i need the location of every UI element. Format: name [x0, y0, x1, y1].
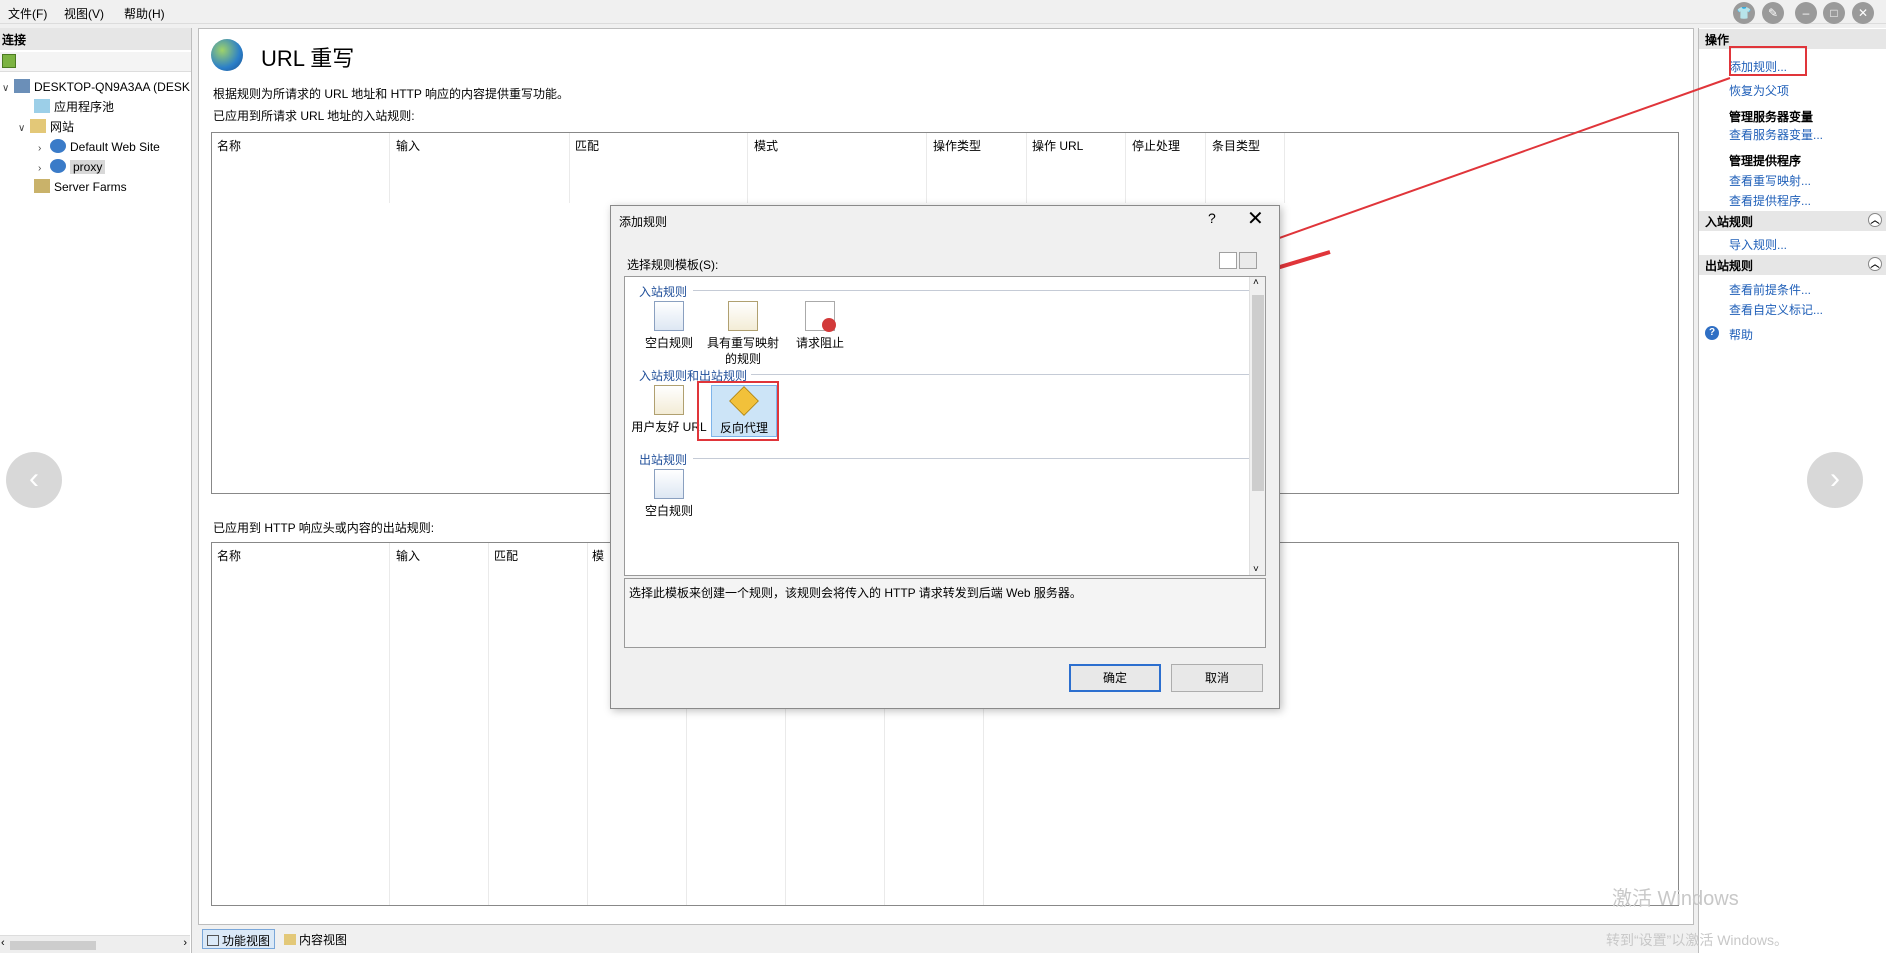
- vertical-scrollbar[interactable]: ˄ ˅: [1249, 277, 1265, 575]
- group-outbound: 出站规则: [639, 453, 688, 467]
- annotation-highlight: [697, 381, 779, 441]
- activation-watermark-title: 激活 Windows: [1612, 888, 1739, 910]
- template-request-blocking[interactable]: 请求阻止: [781, 301, 859, 351]
- scroll-up-icon[interactable]: ˄: [1253, 277, 1259, 288]
- previous-arrow-icon[interactable]: ‹: [6, 452, 62, 508]
- group-inbound: 入站规则: [639, 285, 688, 299]
- large-icons-view-icon[interactable]: [1219, 252, 1237, 269]
- request-blocking-icon: [805, 301, 836, 332]
- blank-rule-icon: [654, 469, 684, 499]
- template-blank-inbound[interactable]: 空白规则: [630, 301, 708, 351]
- close-icon[interactable]: ✕: [1247, 206, 1264, 231]
- template-blank-outbound[interactable]: 空白规则: [630, 469, 708, 519]
- cancel-button[interactable]: 取消: [1171, 664, 1263, 692]
- template-label: 选择规则模板(S):: [627, 258, 719, 272]
- blank-rule-icon: [654, 301, 684, 331]
- ok-button[interactable]: 确定: [1069, 664, 1161, 692]
- dialog-title: 添加规则: [619, 215, 668, 229]
- help-icon[interactable]: ?: [1208, 210, 1216, 226]
- details-view-icon[interactable]: [1239, 252, 1257, 269]
- user-friendly-url-icon: [654, 385, 684, 415]
- add-rule-dialog: 添加规则 ? ✕ 选择规则模板(S): 入站规则 空白规则 具有重写映射的规则 …: [610, 205, 1280, 709]
- rewrite-map-icon: [728, 301, 758, 331]
- template-list[interactable]: 入站规则 空白规则 具有重写映射的规则 请求阻止 入站规则和出站规则 用户友好 …: [624, 276, 1266, 576]
- template-rewrite-map[interactable]: 具有重写映射的规则: [705, 301, 781, 367]
- scroll-down-icon[interactable]: ˅: [1253, 564, 1259, 575]
- next-arrow-icon[interactable]: ›: [1807, 452, 1863, 508]
- activation-watermark-text: 转到“设置”以激活 Windows。: [1606, 932, 1789, 948]
- template-description: 选择此模板来创建一个规则，该规则会将传入的 HTTP 请求转发到后端 Web 服…: [624, 578, 1266, 648]
- scroll-thumb[interactable]: [1252, 295, 1264, 491]
